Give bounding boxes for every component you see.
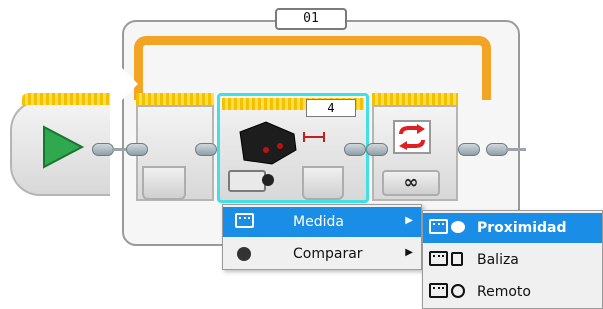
measure-mode-icon[interactable]	[228, 170, 266, 192]
sensor-mode-menu: Medida ▶ Comparar ▶	[222, 204, 422, 270]
submenu-item-baliza[interactable]: Baliza	[423, 245, 602, 275]
measure-icon	[429, 219, 448, 234]
submenu-item-remoto[interactable]: Remoto	[423, 277, 602, 307]
block-header	[372, 93, 458, 105]
connector-plug	[366, 143, 388, 156]
measure-icon	[235, 213, 254, 228]
submenu-arrow-icon: ▶	[405, 247, 413, 258]
start-output-plug	[92, 143, 114, 156]
submenu-item-label: Baliza	[477, 252, 519, 268]
loop-output-plug	[486, 143, 508, 156]
connector-plug	[344, 143, 366, 156]
measure-icon	[429, 283, 448, 298]
remote-icon	[451, 284, 465, 298]
menu-item-comparar[interactable]: Comparar ▶	[223, 239, 421, 269]
submenu-item-proximidad[interactable]: Proximidad	[423, 213, 602, 243]
loop-orange-rail	[134, 36, 491, 100]
submenu-arrow-icon: ▶	[405, 215, 413, 226]
port-selector[interactable]: 4	[306, 99, 356, 117]
sensor-icon	[262, 174, 274, 186]
menu-item-label: Comparar	[293, 246, 363, 262]
block-port[interactable]	[302, 166, 344, 200]
submenu-item-label: Remoto	[477, 284, 531, 300]
measure-submenu: Proximidad Baliza Remoto	[422, 210, 603, 309]
ir-sensor-icon	[239, 121, 297, 165]
measure-icon	[429, 251, 448, 266]
loop-mode-selector[interactable]: ∞	[382, 170, 440, 196]
loop-counter-label[interactable]: 01	[275, 8, 347, 30]
play-icon	[43, 125, 85, 169]
connector-plug	[458, 143, 480, 156]
compare-icon	[237, 247, 251, 261]
menu-item-medida[interactable]: Medida ▶	[223, 207, 421, 237]
block-port[interactable]	[142, 166, 186, 200]
distance-icon	[303, 132, 325, 142]
beacon-icon	[451, 252, 463, 266]
repeat-arrows-icon	[399, 124, 425, 150]
proximity-icon	[451, 221, 465, 233]
connector-plug	[126, 143, 148, 156]
menu-item-label: Medida	[293, 214, 344, 230]
block-header	[136, 93, 214, 105]
connector-plug	[195, 143, 217, 156]
wire	[506, 148, 526, 151]
submenu-item-label: Proximidad	[477, 220, 567, 236]
start-block-header	[22, 93, 110, 105]
